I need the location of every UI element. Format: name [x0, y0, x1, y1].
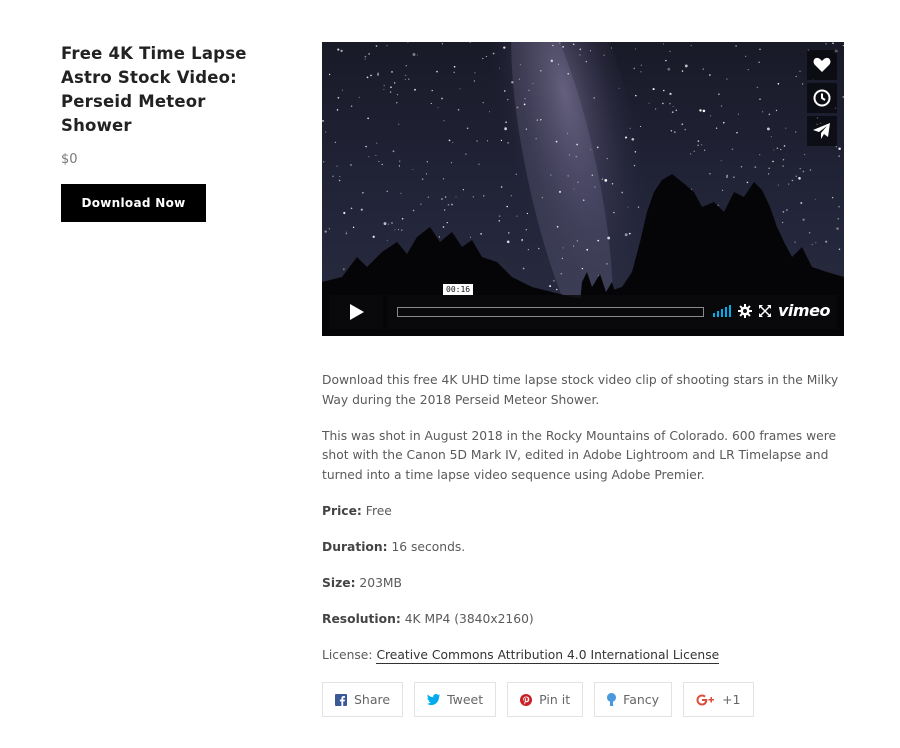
size-row: Size: 203MB: [322, 574, 844, 594]
share-buttons: Share Tweet Pin it Fancy +1: [322, 682, 765, 718]
current-time: 00:16: [443, 284, 474, 295]
description-paragraph-2: This was shot in August 2018 in the Rock…: [322, 428, 837, 482]
play-icon: [350, 304, 364, 320]
license-link[interactable]: Creative Commons Attribution 4.0 Interna…: [376, 647, 720, 664]
video-frame: [322, 42, 844, 336]
watch-later-button[interactable]: [807, 83, 837, 113]
product-price: $0: [61, 152, 78, 167]
product-title: Free 4K Time Lapse Astro Stock Video: Pe…: [61, 44, 247, 135]
pinterest-share-label: Pin it: [539, 692, 571, 707]
fancy-icon: [607, 693, 617, 706]
fullscreen-icon[interactable]: [759, 305, 771, 317]
license-row: License: Creative Commons Attribution 4.…: [322, 646, 844, 666]
resolution-value: 4K MP4 (3840x2160): [404, 611, 534, 626]
size-value: 203MB: [359, 575, 402, 590]
fancy-share-button[interactable]: Fancy: [594, 682, 673, 717]
volume-icon[interactable]: [713, 305, 733, 317]
license-label: License:: [322, 647, 373, 662]
twitter-icon: [427, 694, 441, 705]
facebook-share-button[interactable]: Share: [322, 682, 404, 717]
google-plus-icon: [696, 694, 715, 706]
heart-icon: [813, 57, 831, 72]
vimeo-logo[interactable]: vimeo: [778, 301, 830, 320]
pinterest-icon: [520, 693, 533, 706]
settings-gear-icon[interactable]: [738, 304, 752, 318]
fancy-share-label: Fancy: [623, 692, 660, 707]
duration-label: Duration:: [322, 539, 388, 554]
pinterest-share-button[interactable]: Pin it: [507, 682, 584, 717]
duration-value: 16 seconds.: [391, 539, 466, 554]
resolution-label: Resolution:: [322, 611, 401, 626]
price-label: Price:: [322, 503, 362, 518]
clock-icon: [813, 89, 831, 107]
duration-row: Duration: 16 seconds.: [322, 538, 844, 558]
twitter-share-button[interactable]: Tweet: [414, 682, 497, 717]
google-plus-share-label: +1: [722, 692, 741, 707]
progress-bar[interactable]: [397, 307, 704, 317]
facebook-share-label: Share: [354, 692, 391, 707]
resolution-row: Resolution: 4K MP4 (3840x2160): [322, 610, 844, 630]
control-bar: 00:16 vimeo: [387, 284, 837, 329]
product-info: Free 4K Time Lapse Astro Stock Video: Pe…: [61, 42, 261, 222]
price-value: Free: [365, 503, 392, 518]
side-buttons: [807, 50, 837, 149]
facebook-icon: [335, 693, 347, 706]
video-player[interactable]: 00:16 vimeo: [322, 42, 844, 336]
description-paragraph-1: Download this free 4K UHD time lapse sto…: [322, 373, 839, 407]
twitter-share-label: Tweet: [447, 692, 484, 707]
download-now-button[interactable]: Download Now: [61, 184, 206, 222]
size-label: Size:: [322, 575, 356, 590]
price-row: Price: Free: [322, 502, 844, 522]
like-button[interactable]: [807, 50, 837, 80]
video-controls: 00:16 vimeo: [329, 284, 837, 329]
paper-plane-icon: [813, 123, 830, 139]
play-button[interactable]: [329, 295, 383, 329]
google-plus-share-button[interactable]: +1: [683, 682, 754, 717]
product-description: Download this free 4K UHD time lapse sto…: [322, 371, 844, 682]
share-video-button[interactable]: [807, 116, 837, 146]
